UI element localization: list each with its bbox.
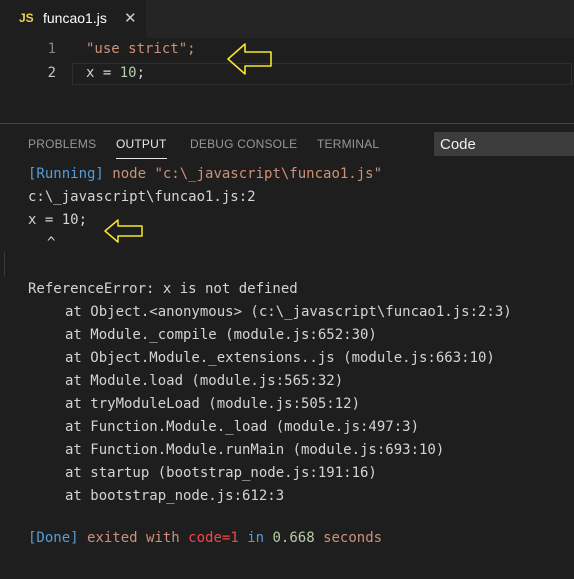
code-number-token: 10 bbox=[119, 65, 137, 81]
arrow-left-icon bbox=[104, 219, 143, 243]
running-tag: [Running] bbox=[28, 166, 104, 182]
current-line-highlight bbox=[72, 63, 572, 85]
tab-filename: funcao1.js bbox=[43, 10, 107, 26]
output-panel[interactable]: [Running] node "c:\_javascript\funcao1.j… bbox=[0, 164, 574, 579]
stack-trace-line: at bootstrap_node.js:612:3 bbox=[65, 488, 285, 504]
running-command: node "c:\_javascript\funcao1.js" bbox=[112, 166, 383, 182]
output-error: ReferenceError: x is not defined bbox=[28, 281, 298, 297]
line-number: 1 bbox=[47, 41, 56, 57]
done-tag: [Done] bbox=[28, 530, 79, 546]
output-line-code: x = 10; bbox=[28, 212, 88, 228]
code-line-1[interactable]: "use strict"; bbox=[86, 41, 196, 57]
stack-trace-line: at Object.<anonymous> (c:\_javascript\fu… bbox=[65, 304, 512, 320]
elapsed-time: 0.668 bbox=[272, 530, 315, 546]
panel-tab-bar: PROBLEMS OUTPUT DEBUG CONSOLE TERMINAL C… bbox=[0, 124, 574, 164]
arrow-left-icon bbox=[227, 43, 272, 75]
done-text: in bbox=[247, 530, 265, 546]
editor-tab-bar: JS funcao1.js ✕ bbox=[0, 0, 574, 38]
stack-trace-line: at Module._compile (module.js:652:30) bbox=[65, 327, 377, 343]
tab-problems[interactable]: PROBLEMS bbox=[28, 137, 96, 151]
tab-output[interactable]: OUTPUT bbox=[116, 137, 167, 151]
tab-terminal[interactable]: TERMINAL bbox=[317, 137, 379, 151]
done-text: exited with bbox=[87, 530, 180, 546]
code-token: x = bbox=[86, 65, 120, 81]
output-line: c:\_javascript\funcao1.js:2 bbox=[28, 189, 256, 205]
output-channel-value: Code bbox=[440, 136, 476, 153]
javascript-file-icon: JS bbox=[19, 11, 34, 25]
stack-trace-line: at Object.Module._extensions..js (module… bbox=[65, 350, 495, 366]
stack-trace-line: at Function.Module.runMain (module.js:69… bbox=[65, 442, 445, 458]
code-editor[interactable]: 1 "use strict"; 2 x = 10; bbox=[0, 38, 574, 120]
tab-funcao1-js[interactable]: JS funcao1.js ✕ bbox=[0, 0, 146, 38]
output-caret: ^ bbox=[47, 235, 56, 251]
stack-trace-line: at Module.load (module.js:565:32) bbox=[65, 373, 344, 389]
active-tab-indicator bbox=[116, 158, 167, 159]
output-channel-select[interactable]: Code bbox=[434, 132, 574, 156]
exit-code: code=1 bbox=[188, 530, 239, 546]
code-line-2[interactable]: x = 10; bbox=[86, 65, 145, 81]
stack-trace-line: at tryModuleLoad (module.js:505:12) bbox=[65, 396, 361, 412]
output-gutter bbox=[4, 252, 5, 276]
close-icon[interactable]: ✕ bbox=[124, 9, 137, 27]
tab-debug-console[interactable]: DEBUG CONSOLE bbox=[190, 137, 297, 151]
line-number: 2 bbox=[47, 65, 56, 81]
stack-trace-line: at startup (bootstrap_node.js:191:16) bbox=[65, 465, 377, 481]
output-line-running: [Running] node "c:\_javascript\funcao1.j… bbox=[28, 166, 382, 182]
stack-trace-line: at Function.Module._load (module.js:497:… bbox=[65, 419, 420, 435]
done-text: seconds bbox=[323, 530, 383, 546]
output-line-done: [Done] exited with code=1 in 0.668 secon… bbox=[28, 530, 382, 546]
code-token: ; bbox=[136, 65, 146, 81]
